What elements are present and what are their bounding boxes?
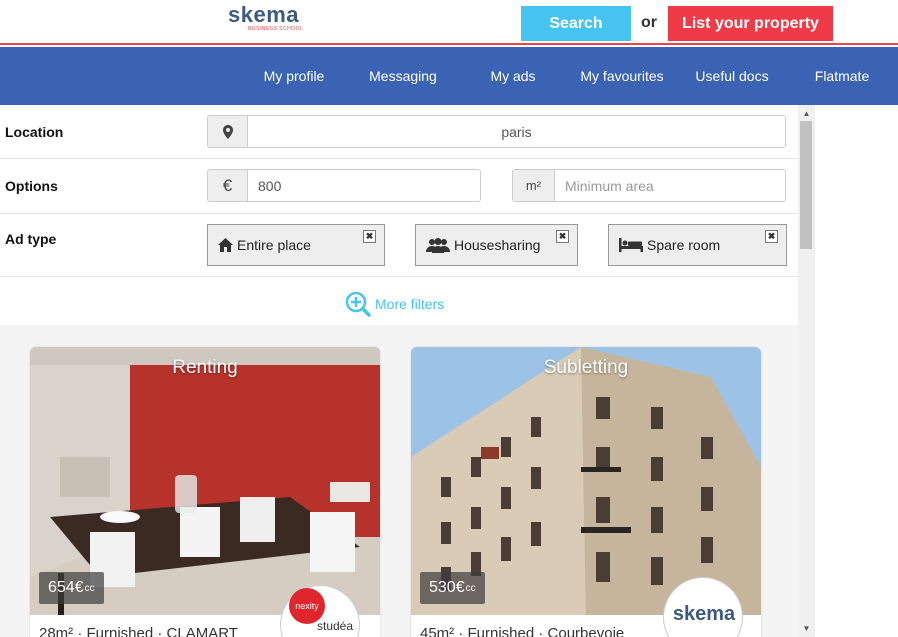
list-property-button[interactable]: List your property xyxy=(668,6,833,41)
location-input-group: paris xyxy=(207,115,786,148)
price-value: 654€ xyxy=(48,579,84,596)
users-icon xyxy=(426,237,450,253)
adtype-entire-place[interactable]: Entire place ✖ xyxy=(207,224,385,266)
nav-item-my-favourites[interactable]: My favourites xyxy=(574,47,670,105)
budget-input-group: € 800 xyxy=(207,169,481,202)
area-unit-label: m² xyxy=(513,170,555,201)
adtype-label-housesharing: Housesharing xyxy=(454,237,541,253)
price-suffix: cc xyxy=(465,582,476,594)
listing-type: Subletting xyxy=(543,357,629,378)
search-button[interactable]: Search xyxy=(521,6,631,41)
right-margin xyxy=(815,105,898,637)
nav-item-useful-docs[interactable]: Useful docs xyxy=(688,47,776,105)
location-input[interactable]: paris xyxy=(248,116,785,147)
scroll-up-arrow-icon[interactable]: ▲ xyxy=(798,106,815,120)
vertical-scrollbar[interactable]: ▲ ▼ xyxy=(798,105,815,637)
skema-badge-logo: skema xyxy=(663,577,743,637)
listing-card[interactable]: Renting 654€ cc nexity studéa 28m² · Furni… xyxy=(30,347,380,637)
bed-icon xyxy=(619,238,643,252)
price-value: 530€ xyxy=(429,579,465,596)
listing-description: 45m² · Furnished · Courbevoie xyxy=(420,625,625,637)
options-row: Options € 800 m² Minimum area xyxy=(0,159,798,214)
close-icon[interactable]: ✖ xyxy=(765,230,778,243)
nav-item-my-profile[interactable]: My profile xyxy=(254,47,334,105)
zoom-in-icon xyxy=(345,291,371,317)
listing-card[interactable]: Subletting 530€ cc skema 45m² · Furnished… xyxy=(411,347,761,637)
skema-logo[interactable]: skema BUSINESS SCHOOL xyxy=(228,4,318,34)
scroll-thumb[interactable] xyxy=(800,121,812,249)
nav-item-messaging[interactable]: Messaging xyxy=(358,47,448,105)
search-panel: Location paris Options € 800 m² Minimum … xyxy=(0,105,798,637)
more-filters-link[interactable]: More filters xyxy=(345,291,444,317)
price-suffix: cc xyxy=(84,582,95,594)
or-label: or xyxy=(641,14,657,31)
more-filters-label: More filters xyxy=(375,296,445,312)
listing-price: 654€ cc xyxy=(39,572,104,604)
listing-type: Renting xyxy=(172,357,238,378)
adtype-label: Ad type xyxy=(5,231,57,247)
adtype-label-spare-room: Spare room xyxy=(647,237,721,253)
listing-price: 530€ cc xyxy=(420,572,485,604)
listings-area: Renting 654€ cc nexity studéa 28m² · Furni… xyxy=(0,325,798,637)
area-input-group: m² Minimum area xyxy=(512,169,786,202)
nav-item-my-ads[interactable]: My ads xyxy=(478,47,548,105)
options-label: Options xyxy=(5,178,58,194)
home-icon xyxy=(218,238,233,252)
location-label: Location xyxy=(5,124,64,140)
nav-item-flatmate[interactable]: Flatmate xyxy=(806,47,878,105)
nexity-logo: nexity studéa xyxy=(280,585,360,637)
location-row: Location paris xyxy=(0,105,798,159)
logo-subtext: BUSINESS SCHOOL xyxy=(248,26,304,32)
min-area-input[interactable]: Minimum area xyxy=(555,170,785,201)
top-bar: skema BUSINESS SCHOOL Search or List you… xyxy=(0,0,898,45)
svg-text:studéa: studéa xyxy=(317,619,353,633)
listing-description: 28m² · Furnished · CLAMART xyxy=(39,625,238,637)
euro-icon: € xyxy=(208,170,248,201)
scroll-down-arrow-icon[interactable]: ▼ xyxy=(798,621,815,635)
adtype-housesharing[interactable]: Housesharing ✖ xyxy=(415,224,578,266)
adtype-spare-room[interactable]: Spare room ✖ xyxy=(608,224,787,266)
badge-text: skema xyxy=(673,603,736,625)
adtype-label-entire-place: Entire place xyxy=(237,237,311,253)
svg-text:nexity: nexity xyxy=(295,601,319,611)
close-icon[interactable]: ✖ xyxy=(556,230,569,243)
budget-input[interactable]: 800 xyxy=(248,170,480,201)
logo-wordmark: skema xyxy=(228,2,300,27)
map-marker-icon xyxy=(208,116,248,147)
close-icon[interactable]: ✖ xyxy=(363,230,376,243)
main-nav: My profile Messaging My ads My favourite… xyxy=(0,47,898,105)
